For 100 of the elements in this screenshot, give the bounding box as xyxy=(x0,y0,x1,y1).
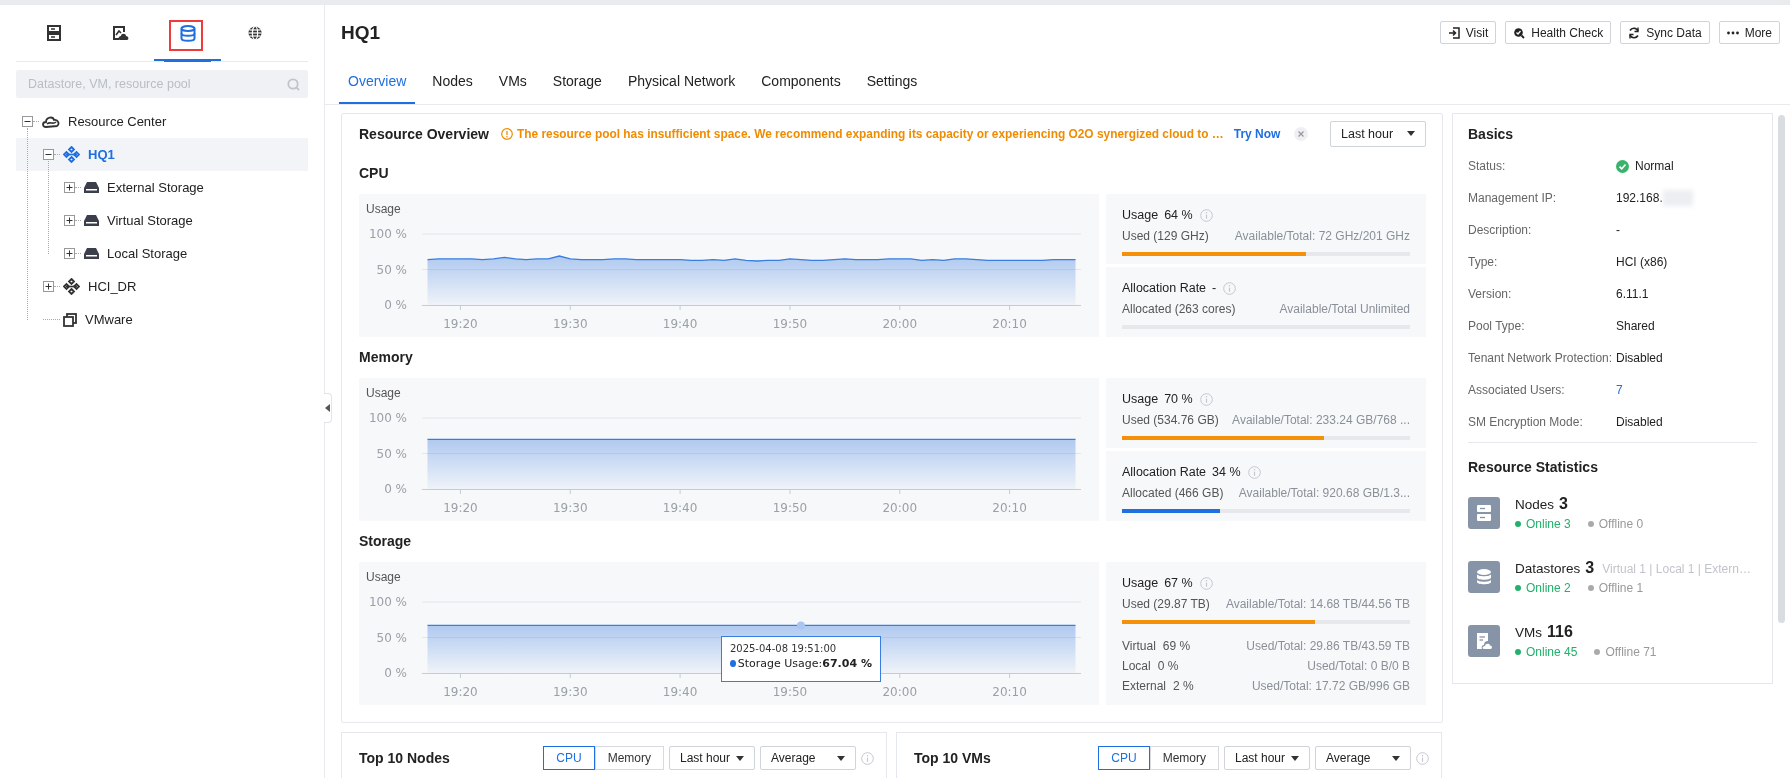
axis-label: 20:10 xyxy=(992,317,1027,331)
page-title: HQ1 xyxy=(341,21,381,44)
breakdown-detail: Used/Total: 0 B/0 B xyxy=(1307,659,1410,673)
online-count: Online 45 xyxy=(1526,645,1578,659)
try-now-link[interactable]: Try Now xyxy=(1233,126,1281,141)
status-dot xyxy=(1515,521,1521,527)
period-dropdown[interactable]: Last hour xyxy=(1224,746,1310,770)
section-title: Resource Statistics xyxy=(1468,458,1599,477)
scrollbar[interactable] xyxy=(1778,115,1785,623)
caret-icon xyxy=(736,755,744,761)
globe-icon xyxy=(246,25,263,41)
tree-toggle[interactable] xyxy=(43,281,54,292)
used-text: Used (129 GHz) xyxy=(1122,229,1209,243)
legend-dot xyxy=(729,660,736,667)
period-dropdown[interactable]: Last hour xyxy=(669,746,755,770)
breakdown-value: 69 % xyxy=(1162,639,1191,653)
field-label: Version: xyxy=(1468,287,1513,301)
tree-item[interactable]: Resource Center xyxy=(16,105,308,138)
caret-icon xyxy=(837,755,845,761)
stat-label: VMs xyxy=(1515,625,1542,640)
tree-toggle[interactable] xyxy=(64,215,75,226)
stat-count: 116 xyxy=(1547,623,1573,641)
aggregate-dropdown[interactable]: Average xyxy=(760,746,856,770)
tree-item[interactable]: Virtual Storage xyxy=(16,204,308,237)
server-icon xyxy=(1468,497,1500,529)
tab[interactable]: Overview xyxy=(339,60,416,104)
tab[interactable]: Physical Network xyxy=(618,60,745,104)
server-icon xyxy=(45,25,62,41)
axis-label: 50 % xyxy=(376,446,407,461)
tooltip-value: Storage Usage:67.04 % xyxy=(737,657,872,670)
panel-title: Basics xyxy=(1468,125,1515,144)
tab[interactable]: Storage xyxy=(543,60,611,104)
tree-item[interactable]: HQ1 xyxy=(16,138,308,171)
breakdown-label: External xyxy=(1122,679,1167,693)
collapse-handle[interactable] xyxy=(324,393,332,423)
metric-toggle[interactable]: Memory xyxy=(1149,746,1219,770)
check-circle-icon xyxy=(1616,159,1629,173)
sync-button[interactable]: Sync Data xyxy=(1620,21,1710,44)
axis-label: 100 % xyxy=(368,595,407,609)
axis-label: 19:40 xyxy=(662,317,698,331)
period-dropdown[interactable]: Last hour xyxy=(1330,120,1426,147)
stat-label: Usage xyxy=(1122,208,1159,222)
tab[interactable]: Components xyxy=(752,60,850,104)
breakdown-detail: Used/Total: 29.86 TB/43.59 TB xyxy=(1246,639,1410,653)
status-dot xyxy=(1515,649,1521,655)
tab[interactable]: Nodes xyxy=(423,60,482,104)
stat-label: Allocation Rate xyxy=(1122,281,1207,295)
tree-toggle[interactable] xyxy=(22,116,33,127)
offline-count: Offline 1 xyxy=(1598,581,1644,595)
aggregate-dropdown[interactable]: Average xyxy=(1315,746,1411,770)
stat-label: Nodes xyxy=(1515,497,1555,512)
search-field[interactable]: Datastore, VM, resource pool xyxy=(16,70,308,98)
close-icon[interactable] xyxy=(1294,126,1309,141)
health-check-button[interactable]: Health Check xyxy=(1505,21,1612,44)
stat-value: 34 % xyxy=(1212,465,1241,479)
available-text: Available/Total: 14.68 TB/44.56 TB xyxy=(1225,597,1410,611)
tooltip-time: 2025-04-08 19:51:00 xyxy=(729,643,838,654)
axis-label: 19:40 xyxy=(662,685,698,699)
used-text: Used (534.76 GB) xyxy=(1122,413,1219,427)
breakdown-value: 0 % xyxy=(1157,659,1179,673)
metric-toggle[interactable]: CPU xyxy=(1098,746,1150,770)
online-count: Online 3 xyxy=(1526,517,1571,531)
axis-label: 20:00 xyxy=(882,685,918,699)
stat-label: Datastores xyxy=(1515,561,1581,576)
axis-label: 19:30 xyxy=(553,685,588,699)
offline-count: Offline 0 xyxy=(1598,517,1644,531)
search-check-icon xyxy=(1513,26,1526,39)
available-text: Available/Total: 920.68 GB/1.3... xyxy=(1238,486,1410,500)
axis-label: 50 % xyxy=(376,262,407,277)
metric-toggle[interactable]: CPU xyxy=(543,746,595,770)
users-link[interactable]: 7 xyxy=(1616,383,1623,397)
axis-label: 19:30 xyxy=(553,317,588,331)
tree-toggle[interactable] xyxy=(43,149,54,160)
tree-toggle[interactable] xyxy=(64,248,75,259)
highlight-frame xyxy=(169,20,203,51)
stat-label: Usage xyxy=(1122,392,1159,406)
tree-item[interactable]: Local Storage xyxy=(16,237,308,270)
available-text: Available/Total: 72 GHz/201 GHz xyxy=(1234,229,1410,243)
metric-toggle[interactable]: Memory xyxy=(594,746,664,770)
breakdown-label: Local xyxy=(1122,659,1151,673)
cloud-icon xyxy=(42,114,60,129)
database-icon xyxy=(179,24,196,42)
tree-item[interactable]: HCI_DR xyxy=(16,270,308,303)
axis-label: 20:10 xyxy=(992,501,1027,515)
visit-button[interactable]: Visit xyxy=(1439,21,1497,44)
field-value: Shared xyxy=(1616,319,1656,333)
available-text: Available/Total: 233.24 GB/768 ... xyxy=(1232,413,1410,427)
axis-label: 19:30 xyxy=(553,501,588,515)
tree-toggle[interactable] xyxy=(64,182,75,193)
stat-count: 3 xyxy=(1559,495,1568,513)
offline-count: Offline 71 xyxy=(1605,645,1657,659)
tab[interactable]: VMs xyxy=(489,60,536,104)
tree-item[interactable]: External Storage xyxy=(16,171,308,204)
axis-label: 19:50 xyxy=(772,501,808,515)
field-label: Tenant Network Protection: xyxy=(1468,351,1614,365)
axis-label: 19:40 xyxy=(662,501,698,515)
tab[interactable]: Settings xyxy=(857,60,927,104)
enter-icon xyxy=(1447,26,1460,39)
more-button[interactable]: More xyxy=(1718,21,1780,44)
tree-item[interactable]: VMware xyxy=(16,303,308,336)
